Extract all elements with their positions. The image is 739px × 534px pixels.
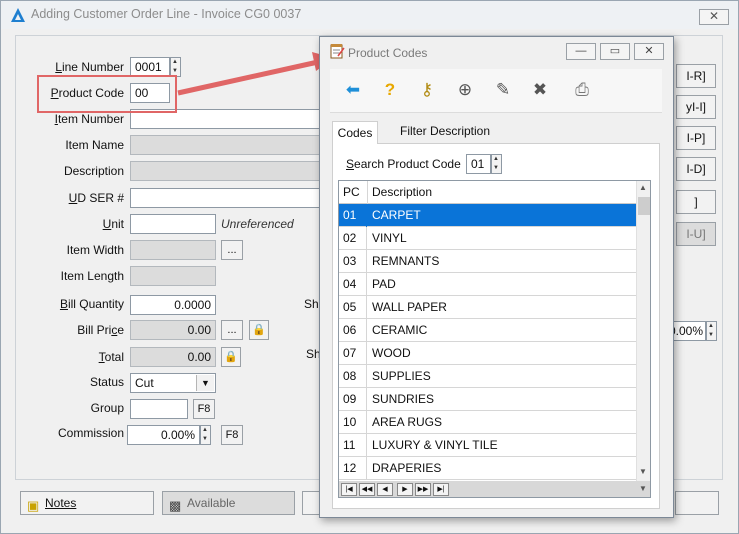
table-row[interactable]: 05 WALL PAPER xyxy=(339,296,636,319)
row-description-cell: WOOD xyxy=(372,346,411,360)
table-row[interactable]: 01 CARPET xyxy=(339,204,636,227)
row-pc-cell: 07 xyxy=(339,342,367,365)
nav-last-icon[interactable]: ▶| xyxy=(433,483,449,496)
row-pc-cell: 05 xyxy=(339,296,367,319)
row-pc-cell: 03 xyxy=(339,250,367,273)
grid-vertical-scrollbar[interactable]: ▲ ▼ xyxy=(636,181,650,481)
maximize-button[interactable]: ▭ xyxy=(600,43,630,60)
scroll-down-icon[interactable]: ▼ xyxy=(639,467,647,476)
search-product-code-field[interactable]: 01 xyxy=(466,154,491,174)
new-record-icon[interactable]: ⊕ xyxy=(454,79,476,101)
nav-next-page-icon[interactable]: ▶▶ xyxy=(415,483,431,496)
nav-first-icon[interactable]: |◀ xyxy=(341,483,357,496)
print-icon[interactable]: ⎙ xyxy=(571,79,593,101)
row-description-cell: SUPPLIES xyxy=(372,369,431,383)
scroll-up-icon[interactable]: ▲ xyxy=(639,183,647,192)
row-pc-cell: 09 xyxy=(339,388,367,411)
table-row[interactable]: 06 CERAMIC xyxy=(339,319,636,342)
nav-prev-page-icon[interactable]: ◀◀ xyxy=(359,483,375,496)
help-icon[interactable]: ? xyxy=(379,79,401,101)
dialog-close-button[interactable]: ✕ xyxy=(634,43,664,60)
row-description-cell: PAD xyxy=(372,277,396,291)
nav-next-icon[interactable]: ▶ xyxy=(397,483,413,496)
key-icon[interactable]: ⚷ xyxy=(416,79,438,101)
minimize-button[interactable]: — xyxy=(566,43,596,60)
tab-codes[interactable]: Codes xyxy=(332,121,378,144)
row-pc-cell: 06 xyxy=(339,319,367,342)
row-description-cell: LUXURY & VINYL TILE xyxy=(372,438,498,452)
tab-filter-description[interactable]: Filter Description xyxy=(400,123,500,139)
row-pc-cell: 12 xyxy=(339,457,367,480)
row-pc-cell: 10 xyxy=(339,411,367,434)
row-description-cell: AREA RUGS xyxy=(372,415,443,429)
row-description-cell: CARPET xyxy=(372,208,421,222)
edit-record-icon[interactable]: ✎ xyxy=(492,79,514,101)
table-row[interactable]: 09 SUNDRIES xyxy=(339,388,636,411)
row-description-cell: CERAMIC xyxy=(372,323,428,337)
row-pc-cell: 11 xyxy=(339,434,367,457)
nav-scroll-down-icon[interactable]: ▼ xyxy=(639,484,647,493)
column-header-description[interactable]: Description xyxy=(368,181,636,204)
table-row[interactable]: 08 SUPPLIES xyxy=(339,365,636,388)
nav-prev-icon[interactable]: ◀ xyxy=(377,483,393,496)
row-description-cell: SUNDRIES xyxy=(372,392,435,406)
table-row[interactable]: 02 VINYL xyxy=(339,227,636,250)
table-row[interactable]: 12 DRAPERIES xyxy=(339,457,636,480)
row-description-cell: WALL PAPER xyxy=(372,300,447,314)
column-header-pc[interactable]: PC xyxy=(339,181,368,204)
search-product-code-label: Search Product Code xyxy=(346,157,461,171)
table-row[interactable]: 10 AREA RUGS xyxy=(339,411,636,434)
row-pc-cell: 01 xyxy=(339,204,367,227)
row-pc-cell: 04 xyxy=(339,273,367,296)
record-navigator: |◀ ◀◀ ◀ ▶ ▶▶ ▶| ▼ xyxy=(339,481,650,497)
grid-header: PC Description xyxy=(339,181,636,204)
product-codes-dialog: Product Codes — ▭ ✕ ⬅ ? ⚷ ⊕ ✎ ✖ ⎙ Codes … xyxy=(319,36,674,518)
table-row[interactable]: 03 REMNANTS xyxy=(339,250,636,273)
row-pc-cell: 08 xyxy=(339,365,367,388)
search-product-code-spinner[interactable] xyxy=(491,154,502,174)
back-arrow-icon[interactable]: ⬅ xyxy=(342,79,364,101)
product-codes-grid: PC Description 01 CARPET 02 VINYL 03 REMNANTS… xyxy=(338,180,651,498)
table-row[interactable]: 07 WOOD xyxy=(339,342,636,365)
dialog-title: Product Codes xyxy=(348,46,428,60)
delete-record-icon[interactable]: ✖ xyxy=(529,79,551,101)
dialog-toolbar: ⬅ ? ⚷ ⊕ ✎ ✖ ⎙ xyxy=(330,69,662,113)
row-description-cell: REMNANTS xyxy=(372,254,440,268)
table-row[interactable]: 11 LUXURY & VINYL TILE xyxy=(339,434,636,457)
row-description-cell: DRAPERIES xyxy=(372,461,442,475)
row-pc-cell: 02 xyxy=(339,227,367,250)
table-row[interactable]: 04 PAD xyxy=(339,273,636,296)
row-description-cell: VINYL xyxy=(372,231,407,245)
notepad-icon xyxy=(330,44,345,59)
scroll-thumb[interactable] xyxy=(638,197,650,215)
